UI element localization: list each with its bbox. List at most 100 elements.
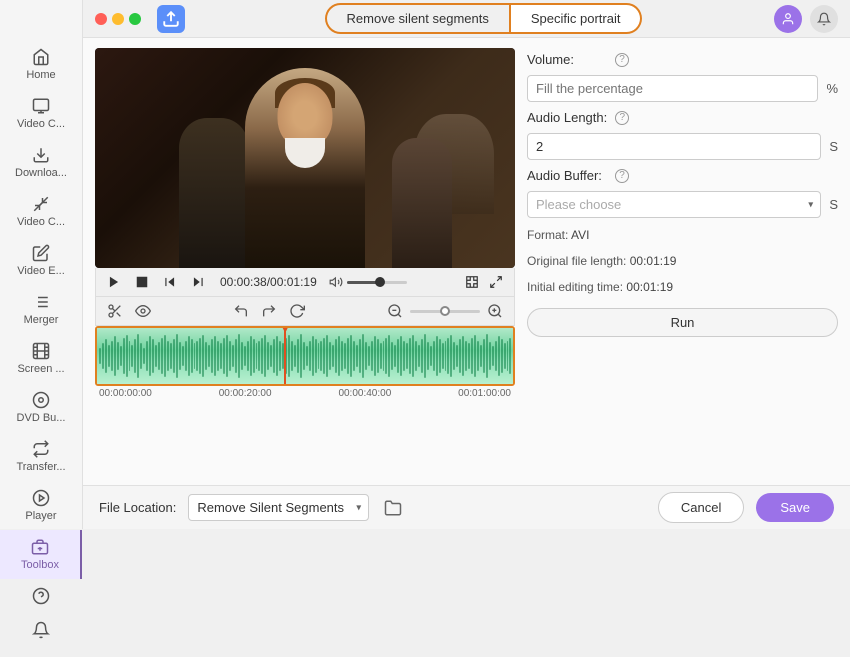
redo-button[interactable]	[258, 301, 280, 321]
app-logo	[157, 5, 185, 33]
volume-help-icon[interactable]: ?	[615, 53, 629, 67]
stop-button[interactable]	[132, 273, 152, 291]
right-panel: Volume: ? % Audio Length: ? S	[527, 48, 838, 475]
file-location-select[interactable]: Remove Silent Segments	[188, 494, 369, 521]
sidebar-item-help[interactable]	[0, 579, 82, 613]
avatar[interactable]	[774, 5, 802, 33]
playhead[interactable]	[284, 326, 286, 384]
original-length-value: 00:01:19	[630, 254, 677, 268]
main-content: Remove silent segments Specific portrait	[83, 0, 850, 529]
audio-buffer-suffix: S	[829, 197, 838, 212]
topbar-icons	[774, 5, 838, 33]
format-line: Format: AVI	[527, 228, 838, 242]
volume-suffix: %	[826, 81, 838, 96]
zoom-control	[384, 301, 506, 321]
timestamp-1: 00:00:20:00	[219, 388, 272, 399]
file-location-select-wrapper: Remove Silent Segments ▾	[188, 494, 369, 521]
audio-buffer-select-wrapper: Please choose ▾	[527, 191, 821, 218]
tab-specific-portrait[interactable]: Specific portrait	[510, 3, 643, 34]
audio-length-suffix: S	[829, 139, 838, 154]
timeline-container: 00:00:00:00 00:00:20:00 00:00:40:00 00:0…	[95, 326, 515, 401]
run-button[interactable]: Run	[527, 308, 838, 337]
video-figure-right	[392, 138, 452, 268]
timestamp-0: 00:00:00:00	[99, 388, 152, 399]
video-panel: 00:00:38/00:01:19	[95, 48, 515, 475]
notification-icon[interactable]	[810, 5, 838, 33]
audio-buffer-help-icon[interactable]: ?	[615, 169, 629, 183]
audio-buffer-select[interactable]: Please choose	[527, 191, 821, 218]
timestamp-3: 00:01:00:00	[458, 388, 511, 399]
prev-frame-button[interactable]	[160, 273, 180, 291]
original-length-line: Original file length: 00:01:19	[527, 254, 838, 268]
footer: File Location: Remove Silent Segments ▾ …	[83, 485, 850, 529]
close-button[interactable]	[95, 13, 107, 25]
zoom-in-button[interactable]	[484, 301, 506, 321]
volume-control	[329, 275, 407, 289]
fullscreen-button[interactable]	[486, 273, 506, 291]
fit-screen-button[interactable]	[462, 273, 482, 291]
refresh-button[interactable]	[286, 301, 308, 321]
scissors-button[interactable]	[104, 301, 126, 321]
tab-remove-silent[interactable]: Remove silent segments	[325, 3, 510, 34]
sidebar-item-transfer[interactable]: Transfer...	[0, 432, 82, 481]
sidebar-item-dvd-burner[interactable]: DVD Bu...	[0, 383, 82, 432]
save-button[interactable]: Save	[756, 493, 834, 522]
audio-length-row: Audio Length: ?	[527, 110, 838, 125]
timeline[interactable]	[95, 326, 515, 386]
sidebar-item-video-compressor[interactable]: Video C...	[0, 187, 82, 236]
video-collar	[285, 138, 325, 168]
volume-input[interactable]	[527, 75, 818, 102]
volume-input-row: %	[527, 75, 838, 102]
sidebar-item-downloader[interactable]: Downloa...	[0, 138, 82, 187]
sidebar-item-video-editor[interactable]: Video E...	[0, 236, 82, 285]
file-location-label: File Location:	[99, 500, 176, 515]
initial-time-label: Initial editing time:	[527, 280, 623, 294]
audio-length-input[interactable]	[527, 133, 821, 160]
audio-length-label: Audio Length:	[527, 110, 607, 125]
sidebar: Home Video C... Downloa... Video C... Vi…	[0, 0, 83, 529]
maximize-button[interactable]	[129, 13, 141, 25]
sidebar-label-transfer: Transfer...	[16, 461, 65, 473]
initial-time-value: 00:01:19	[626, 280, 673, 294]
play-button[interactable]	[104, 273, 124, 291]
sidebar-label-dvd: DVD Bu...	[17, 412, 66, 424]
video-controls: 00:00:38/00:01:19	[95, 268, 515, 297]
audio-buffer-row: Audio Buffer: ?	[527, 168, 838, 183]
sidebar-label-video-c1: Video C...	[17, 118, 65, 130]
next-frame-button[interactable]	[188, 273, 208, 291]
titlebar: Remove silent segments Specific portrait	[83, 0, 850, 38]
sidebar-label-download: Downloa...	[15, 167, 67, 179]
minimize-button[interactable]	[112, 13, 124, 25]
video-scene	[95, 48, 515, 268]
sidebar-item-video-converter[interactable]: Video C...	[0, 89, 82, 138]
zoom-out-button[interactable]	[384, 301, 406, 321]
audio-buffer-label: Audio Buffer:	[527, 168, 607, 183]
waveform	[97, 328, 513, 384]
eye-button[interactable]	[132, 301, 154, 321]
sidebar-label-screen: Screen ...	[17, 363, 64, 375]
sidebar-label-merger: Merger	[24, 314, 59, 326]
sidebar-label-player: Player	[25, 510, 56, 522]
sidebar-item-merger[interactable]: Merger	[0, 285, 82, 334]
cancel-button[interactable]: Cancel	[658, 492, 744, 523]
content-area: 00:00:38/00:01:19	[83, 38, 850, 485]
video-figure-left	[179, 118, 249, 268]
sidebar-item-screen-recorder[interactable]: Screen ...	[0, 334, 82, 383]
volume-slider-track[interactable]	[347, 281, 407, 284]
resize-icons	[462, 273, 506, 291]
sidebar-item-toolbox[interactable]: Toolbox	[0, 530, 82, 579]
sidebar-label-video-e: Video E...	[17, 265, 65, 277]
time-display: 00:00:38/00:01:19	[220, 275, 317, 289]
zoom-slider-track[interactable]	[410, 310, 480, 313]
initial-time-line: Initial editing time: 00:01:19	[527, 280, 838, 294]
undo-button[interactable]	[230, 301, 252, 321]
sidebar-item-player[interactable]: Player	[0, 481, 82, 530]
browse-folder-button[interactable]	[381, 496, 405, 520]
format-value: AVI	[571, 228, 589, 242]
original-length-label: Original file length:	[527, 254, 626, 268]
sidebar-item-home[interactable]: Home	[0, 40, 82, 89]
audio-length-help-icon[interactable]: ?	[615, 111, 629, 125]
sidebar-label-toolbox: Toolbox	[21, 559, 59, 571]
sidebar-item-alerts[interactable]	[0, 613, 82, 647]
edit-toolbar	[95, 297, 515, 326]
